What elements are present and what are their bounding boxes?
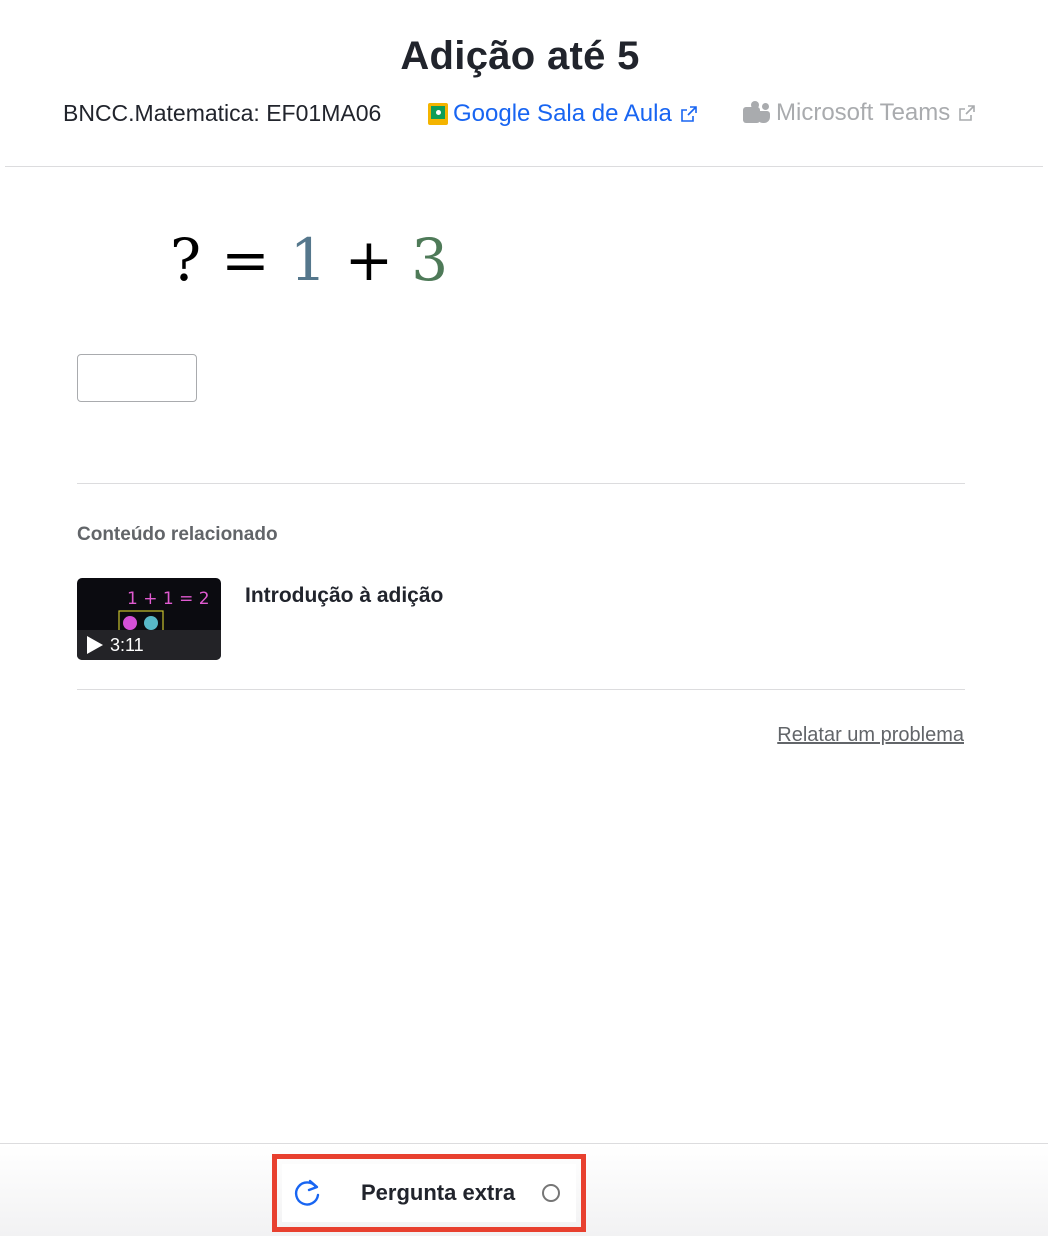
microsoft-teams-link[interactable]: Microsoft Teams [743,99,976,127]
standard-code: BNCC.Matematica: EF01MA06 [63,100,382,126]
empty-circle-icon [542,1184,561,1202]
equation-equals: = [221,226,270,294]
external-link-icon [959,105,976,121]
video-duration-bar: 3:11 [77,630,221,660]
equation-operand-b: 3 [411,226,449,294]
microsoft-teams-icon [743,101,771,125]
exercise-header: Adição até 5 BNCC.Matematica: EF01MA06 G… [0,0,1048,168]
extra-question-label: Pergunta extra [361,1180,516,1205]
microsoft-teams-label: Microsoft Teams [776,99,951,126]
video-thumbnail[interactable]: 1 + 1 = 2 3:11 [77,578,221,660]
related-video-title[interactable]: Introdução à adição [245,584,443,660]
header-divider [5,166,1043,167]
google-classroom-link[interactable]: Google Sala de Aula [428,100,698,128]
report-problem-link[interactable]: Relatar um problema [777,724,964,747]
thumbnail-illustration: 1 + 1 = 2 [118,589,210,632]
page-title: Adição até 5 [400,34,640,78]
google-classroom-icon [428,103,448,125]
answer-input[interactable] [77,354,197,402]
standards-row: BNCC.Matematica: EF01MA06 Google Sala de… [0,98,1048,132]
related-content-heading: Conteúdo relacionado [77,524,278,545]
google-classroom-label: Google Sala de Aula [453,100,672,127]
extra-question-button[interactable]: Pergunta extra [282,1164,576,1222]
equation-operator: + [344,226,394,294]
extra-question-highlight: Pergunta extra [272,1154,586,1232]
refresh-icon [294,1179,320,1206]
section-divider [77,483,965,484]
video-duration: 3:11 [110,634,144,655]
section-divider [77,689,965,690]
related-video-item[interactable]: 1 + 1 = 2 3:11 Introdução à adição [77,578,965,660]
equation: ? = 1 + 3 [170,226,448,294]
external-link-icon [681,106,697,122]
play-icon [87,636,103,654]
equation-unknown: ? [170,226,202,294]
footer-bar: Pergunta extra [0,1143,1048,1236]
equation-operand-a: 1 [289,226,327,294]
thumb-text: 1 + 1 = 2 [127,589,210,609]
